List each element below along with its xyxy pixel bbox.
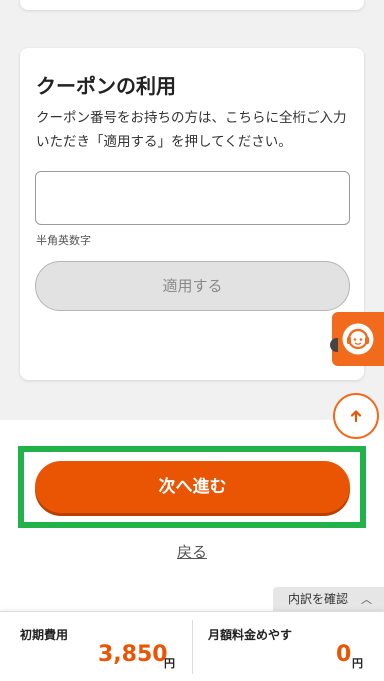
initial-fee-label: 初期費用 bbox=[20, 628, 69, 642]
coupon-code-input[interactable] bbox=[35, 171, 350, 225]
back-link[interactable]: 戻る bbox=[0, 541, 384, 562]
coupon-page: クーポンの利用 クーポン番号をお持ちの方は、こちらに全桁ご入力いただき「適用する… bbox=[0, 0, 384, 681]
monthly-fee-unit: 円 bbox=[352, 657, 363, 670]
breakdown-label: 内訳を確認 bbox=[288, 592, 349, 606]
apply-button[interactable]: 適用する bbox=[35, 261, 350, 311]
initial-fee-value: 3,850 bbox=[98, 642, 168, 667]
support-chat-button[interactable] bbox=[330, 312, 384, 366]
monthly-fee-label: 月額料金めやす bbox=[208, 628, 293, 642]
coupon-description: クーポン番号をお持ちの方は、こちらに全桁ご入力いただき「適用する」を押してくださ… bbox=[36, 110, 347, 150]
coupon-input-hint: 半角英数字 bbox=[36, 234, 91, 247]
next-button[interactable]: 次へ進む bbox=[35, 461, 350, 513]
chevron-up-icon: ︿ bbox=[361, 593, 372, 606]
breakdown-toggle[interactable]: 内訳を確認 ︿ bbox=[273, 587, 384, 611]
coupon-title: クーポンの利用 bbox=[36, 74, 176, 98]
scroll-to-top-button[interactable] bbox=[333, 393, 379, 439]
support-tab-handle bbox=[330, 338, 338, 352]
coupon-card: クーポンの利用 クーポン番号をお持ちの方は、こちらに全桁ご入力いただき「適用する… bbox=[20, 48, 364, 380]
previous-card-edge bbox=[20, 0, 364, 10]
monthly-fee-value: 0 bbox=[336, 642, 352, 667]
footer-divider bbox=[192, 620, 193, 674]
operator-headset-icon bbox=[342, 323, 374, 355]
arrow-up-icon bbox=[350, 410, 362, 423]
initial-fee-unit: 円 bbox=[164, 657, 175, 670]
fee-summary-footer: 初期費用 3,850 円 月額料金めやす 0 円 bbox=[0, 611, 384, 681]
